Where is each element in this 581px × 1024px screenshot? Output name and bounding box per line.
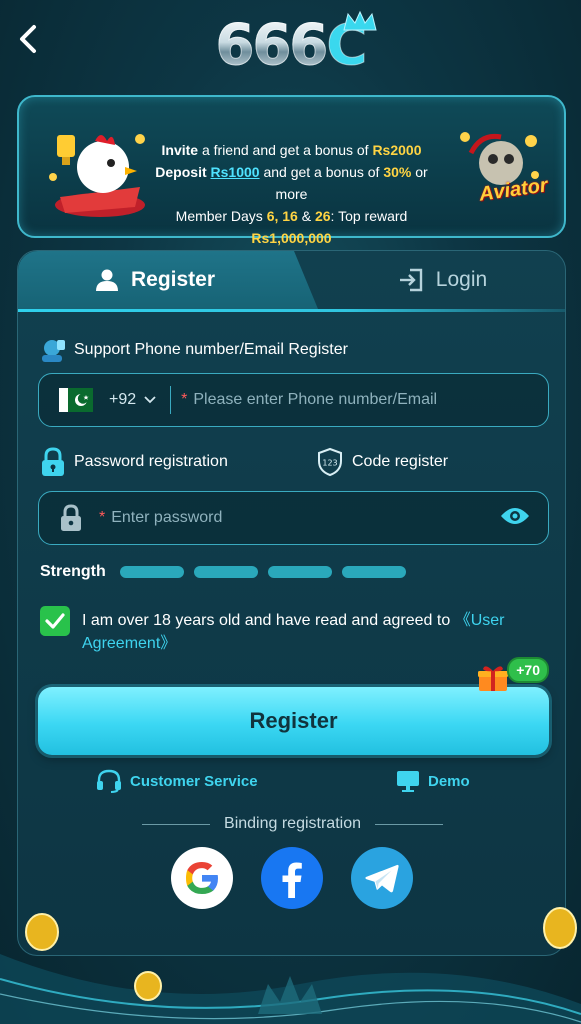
country-code-value: +92	[109, 391, 137, 408]
svg-text:123: 123	[322, 459, 337, 468]
tab-login[interactable]: Login	[318, 251, 567, 309]
lock-icon	[42, 447, 64, 476]
agreement-checkbox[interactable]	[40, 606, 70, 636]
age-agreement: I am over 18 years old and have read and…	[40, 606, 540, 655]
register-method-options: Password registration 123 Code register	[38, 447, 549, 477]
promo-line-invite: Invite a friend and get a bonus of Rs200…	[139, 139, 444, 161]
customer-service-link[interactable]: Customer Service	[96, 769, 258, 793]
support-agent-icon	[42, 340, 65, 362]
password-field: *	[38, 491, 549, 545]
facebook-login-button[interactable]	[261, 847, 323, 909]
code-register-label: Code register	[352, 453, 449, 470]
agreement-statement: I am over 18 years old and have read and…	[82, 612, 455, 629]
promo-amount: Rs2000	[372, 142, 422, 158]
telegram-login-button[interactable]	[351, 847, 413, 909]
support-register-text: Support Phone number/Email Register	[74, 341, 348, 358]
checkmark-icon	[45, 613, 65, 629]
registration-bonus: +70	[477, 653, 549, 693]
promo-banner[interactable]: Invite a friend and get a bonus of Rs200…	[17, 95, 566, 246]
promo-text-part: Deposit	[155, 164, 211, 180]
register-button[interactable]: Register	[38, 687, 549, 755]
headset-icon	[97, 769, 121, 793]
password-registration-option[interactable]: Password registration	[40, 447, 228, 477]
logo-number: 666	[215, 12, 329, 78]
register-form-card: Register Login Support Phone number/Emai…	[17, 250, 566, 956]
promo-text: Invite a friend and get a bonus of Rs200…	[139, 139, 444, 249]
promo-text-part: : Top reward	[330, 208, 408, 224]
promo-text-part: &	[297, 208, 315, 224]
strength-label: Strength	[40, 563, 106, 580]
promo-line-member-days: Member Days 6, 16 & 26: Top reward Rs1,0…	[139, 205, 444, 249]
tab-register[interactable]: Register	[18, 251, 318, 309]
promo-text-part: Member Days	[175, 208, 267, 224]
divider-line	[142, 823, 211, 825]
demo-link[interactable]: Demo	[396, 769, 470, 793]
login-icon	[399, 268, 422, 292]
google-login-button[interactable]	[171, 847, 233, 909]
customer-service-label: Customer Service	[130, 772, 258, 790]
pakistan-flag-icon	[59, 388, 93, 412]
monitor-icon	[397, 771, 419, 792]
telegram-icon	[365, 864, 399, 893]
tab-login-label: Login	[435, 268, 488, 291]
promo-text-part: a friend and get a bonus of	[198, 142, 373, 158]
password-input[interactable]	[105, 509, 500, 527]
strength-bar	[193, 566, 258, 578]
phone-email-field: +92 *	[38, 373, 549, 427]
bonus-badge: +70	[507, 657, 549, 683]
demo-label: Demo	[428, 772, 470, 790]
strength-bar	[267, 566, 332, 578]
facebook-icon	[282, 862, 302, 898]
binding-registration-label: Binding registration	[224, 815, 361, 832]
promo-text-part: Invite	[161, 142, 199, 158]
flag-graphic	[59, 388, 93, 412]
chevron-left-icon	[20, 25, 36, 53]
google-icon	[186, 862, 218, 894]
country-code-select[interactable]: +92	[109, 391, 156, 409]
brand-logo: 666 C	[196, 10, 386, 80]
password-strength-meter: Strength	[40, 563, 406, 581]
promo-amount: 30%	[383, 164, 412, 180]
eye-icon	[501, 507, 529, 524]
back-button[interactable]	[14, 22, 42, 56]
promo-amount: Rs1000	[210, 164, 260, 180]
gift-icon	[478, 666, 508, 691]
phone-email-input[interactable]	[187, 391, 548, 409]
chevron-down-icon	[144, 396, 156, 404]
toggle-password-visibility[interactable]	[500, 506, 530, 531]
field-divider	[170, 386, 172, 414]
strength-bar	[119, 566, 184, 578]
user-icon	[95, 269, 118, 291]
lock-icon	[61, 504, 81, 531]
agreement-text: I am over 18 years old and have read and…	[82, 606, 540, 655]
shield-code-icon: 123	[318, 447, 342, 477]
promo-text-part: and get a bonus of	[259, 164, 384, 180]
divider-line	[374, 823, 443, 825]
promo-amount: 26	[314, 208, 331, 224]
help-links: Customer Service Demo	[18, 769, 565, 795]
code-register-option[interactable]: 123 Code register	[316, 447, 448, 477]
binding-registration-divider: Binding registration	[142, 815, 443, 833]
register-page: 666 C Invite a friend and get a bonus of…	[0, 0, 581, 1024]
crown-icon	[342, 10, 377, 31]
tab-underline	[18, 309, 565, 312]
promo-amount: 16	[282, 208, 298, 224]
auth-tabs: Register Login	[18, 251, 567, 312]
tab-register-label: Register	[130, 268, 216, 291]
promo-line-deposit: Deposit Rs1000 and get a bonus of 30% or…	[139, 161, 444, 205]
promo-amount: Rs1,000,000	[251, 230, 332, 246]
strength-bar	[341, 566, 406, 578]
support-register-label: Support Phone number/Email Register	[40, 337, 348, 363]
password-registration-label: Password registration	[74, 453, 228, 470]
